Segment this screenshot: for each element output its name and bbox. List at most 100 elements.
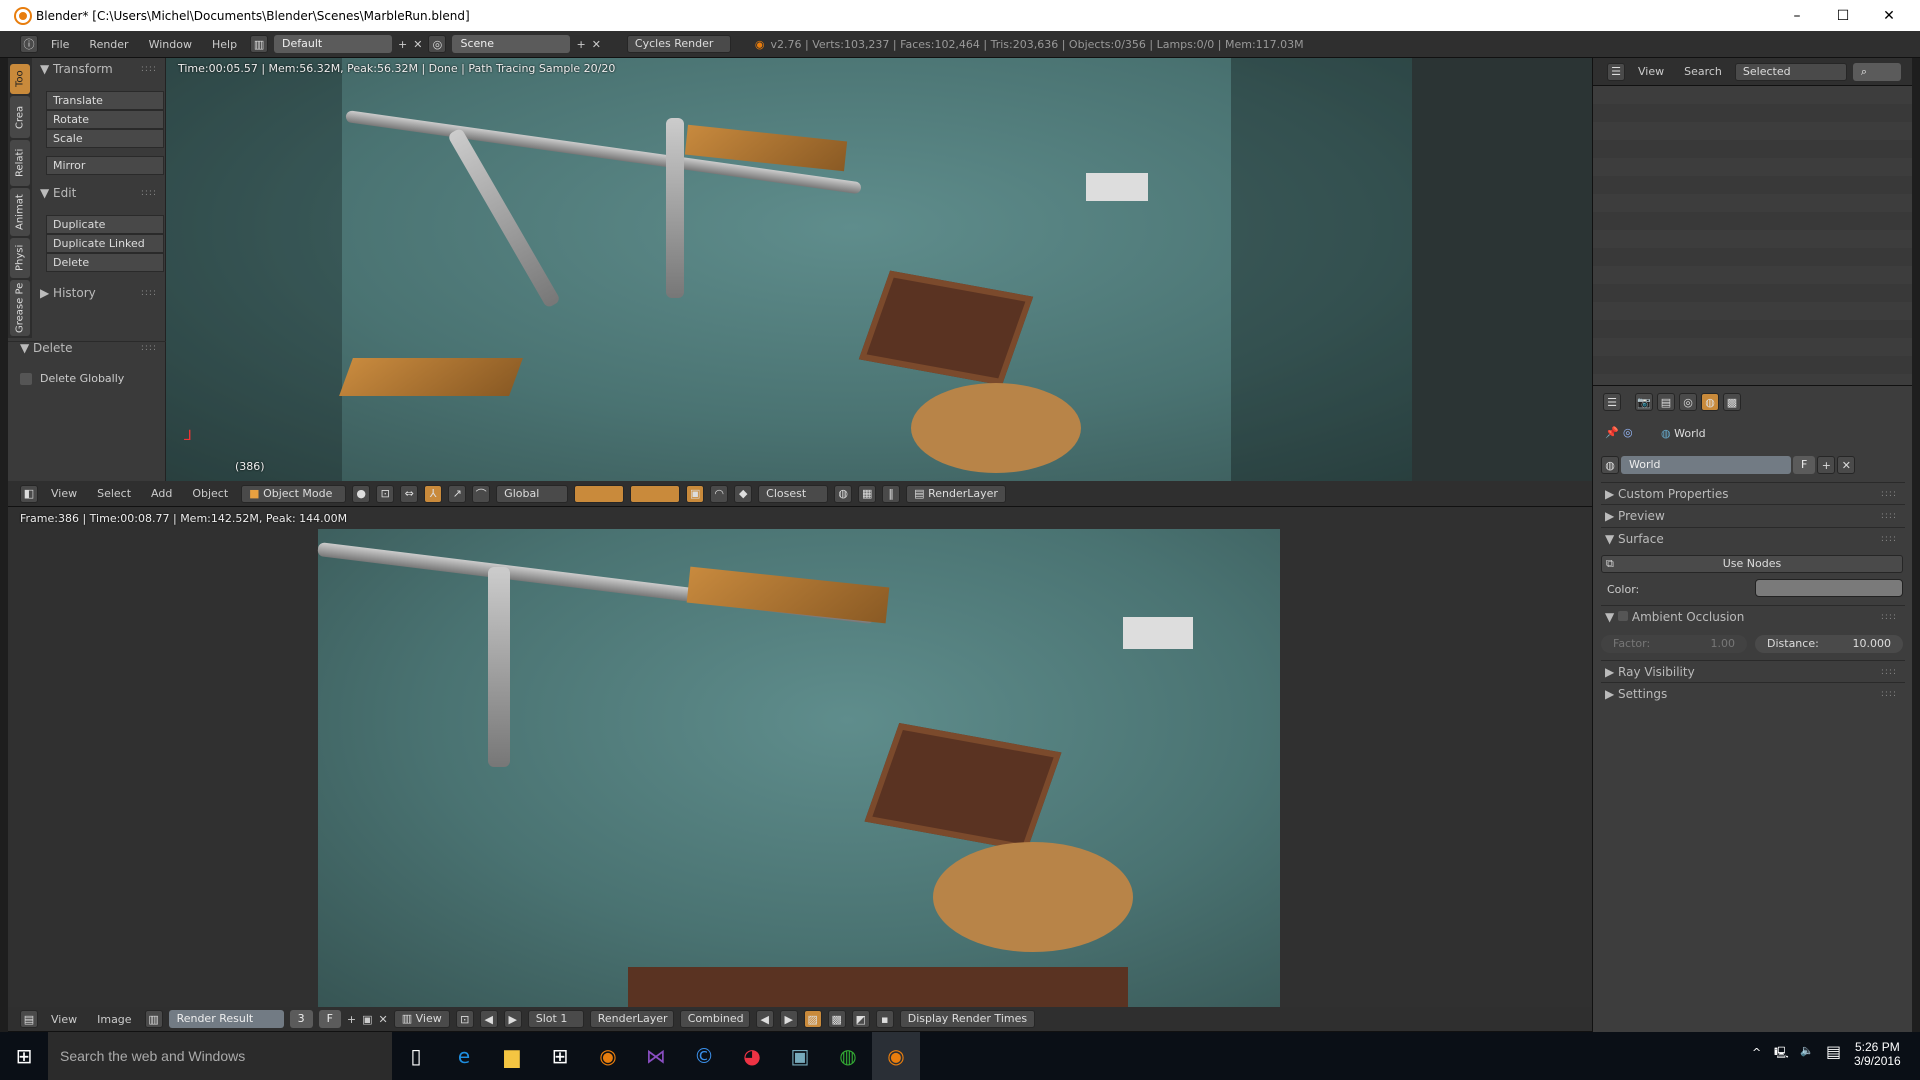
world-browse-icon[interactable]: ◍ bbox=[1601, 456, 1619, 474]
menu-view[interactable]: View bbox=[44, 1013, 84, 1026]
remove-scene-icon[interactable]: ✕ bbox=[592, 38, 601, 51]
image-users-count[interactable]: 3 bbox=[289, 1010, 313, 1028]
tab-world-icon[interactable]: ◍ bbox=[1701, 393, 1719, 411]
blender-active-icon[interactable]: ◉ bbox=[872, 1032, 920, 1080]
notifications-icon[interactable]: ▤ bbox=[1826, 1042, 1841, 1061]
chrome-icon[interactable]: ◕ bbox=[728, 1032, 776, 1080]
pause-icon[interactable]: ‖ bbox=[882, 484, 901, 503]
add-scene-icon[interactable]: + bbox=[576, 38, 585, 51]
prev-slot-icon[interactable]: ◀ bbox=[479, 1010, 498, 1028]
search-box[interactable]: Search the web and Windows bbox=[48, 1032, 392, 1080]
menu-image[interactable]: Image bbox=[90, 1013, 138, 1026]
translate-manipulator-icon[interactable]: ⅄ bbox=[424, 484, 443, 503]
tab-scene-icon[interactable]: ◎ bbox=[1679, 393, 1697, 411]
task-view-icon[interactable]: ▯ bbox=[392, 1032, 440, 1080]
edge-icon[interactable]: e bbox=[440, 1032, 488, 1080]
slot-select[interactable]: Slot 1 bbox=[527, 1010, 584, 1028]
draw-channels-icon[interactable]: ▪ bbox=[875, 1010, 894, 1028]
3d-viewport[interactable]: Time:00:05.57 | Mem:56.32M, Peak:56.32M … bbox=[166, 58, 1592, 481]
image-browse-icon[interactable]: ▥ bbox=[144, 1010, 163, 1028]
app-c-icon[interactable]: © bbox=[680, 1032, 728, 1080]
rotate-manipulator-icon[interactable]: ↗ bbox=[448, 484, 467, 503]
tab-tools[interactable]: Too bbox=[10, 64, 30, 94]
tab-render-icon[interactable]: 📷 bbox=[1635, 393, 1653, 411]
tab-layers-icon[interactable]: ▤ bbox=[1657, 393, 1675, 411]
mode-select[interactable]: ■ Object Mode bbox=[241, 484, 347, 503]
render-layer-button[interactable]: ▤ RenderLayer bbox=[906, 484, 1006, 503]
network-icon[interactable]: 🖳 bbox=[1774, 1044, 1789, 1063]
remove-layout-icon[interactable]: ✕ bbox=[413, 38, 422, 51]
edit-panel-title[interactable]: ▼ Edit bbox=[40, 186, 76, 200]
mirror-button[interactable]: Mirror bbox=[46, 156, 164, 175]
fake-user-button[interactable]: F bbox=[1793, 456, 1816, 474]
menu-view[interactable]: View bbox=[1631, 65, 1671, 78]
surface-panel[interactable]: ▼ Surface:::: bbox=[1601, 527, 1905, 549]
layer-select[interactable]: RenderLayer bbox=[589, 1010, 674, 1028]
proportional-edit-icon[interactable]: ◠ bbox=[710, 484, 729, 503]
menu-render[interactable]: Render bbox=[82, 38, 135, 51]
pass-select[interactable]: Combined bbox=[679, 1010, 750, 1028]
scale-manipulator-icon[interactable]: ⌒ bbox=[472, 484, 491, 503]
lock-layers-icon[interactable]: ▣ bbox=[686, 484, 705, 503]
shading-icon[interactable]: ● bbox=[352, 484, 371, 503]
prev-pass-icon[interactable]: ◀ bbox=[755, 1010, 774, 1028]
menu-object[interactable]: Object bbox=[185, 487, 235, 500]
delete-button[interactable]: Delete bbox=[46, 253, 164, 272]
duplicate-button[interactable]: Duplicate bbox=[46, 215, 164, 234]
menu-select[interactable]: Select bbox=[90, 487, 138, 500]
orientation-select[interactable]: Global bbox=[496, 484, 569, 503]
layers-grid-1[interactable] bbox=[574, 484, 625, 503]
translate-button[interactable]: Translate bbox=[46, 91, 164, 110]
color-swatch[interactable] bbox=[1755, 579, 1903, 597]
next-pass-icon[interactable]: ▶ bbox=[779, 1010, 798, 1028]
app-window-icon[interactable]: ▣ bbox=[776, 1032, 824, 1080]
ambient-occlusion-panel[interactable]: ▼ Ambient Occlusion:::: bbox=[1601, 605, 1905, 627]
new-image-icon[interactable]: + bbox=[347, 1013, 356, 1026]
menu-file[interactable]: File bbox=[44, 38, 76, 51]
draw-zbuffer-icon[interactable]: ◩ bbox=[851, 1010, 870, 1028]
tab-texture-icon[interactable]: ▩ bbox=[1723, 393, 1741, 411]
use-nodes-button[interactable]: ⧉ Use Nodes bbox=[1601, 555, 1903, 573]
preview-panel[interactable]: ▶ Preview:::: bbox=[1601, 504, 1905, 526]
ao-distance-field[interactable]: Distance: 10.000 bbox=[1755, 635, 1903, 653]
render-animation-icon[interactable]: ▦ bbox=[858, 484, 877, 503]
history-panel-title[interactable]: ▶ History bbox=[40, 286, 96, 300]
file-explorer-icon[interactable]: ▆ bbox=[488, 1032, 536, 1080]
custom-properties-panel[interactable]: ▶ Custom Properties:::: bbox=[1601, 482, 1905, 504]
fake-user-button[interactable]: F bbox=[318, 1010, 341, 1028]
scene-field[interactable]: Scene bbox=[452, 35, 571, 53]
tab-physics[interactable]: Physi bbox=[10, 238, 30, 278]
maximize-button[interactable]: ☐ bbox=[1820, 0, 1866, 31]
add-world-icon[interactable]: + bbox=[1817, 456, 1836, 474]
tab-animation[interactable]: Animat bbox=[10, 188, 30, 236]
draw-alpha-icon[interactable]: ▨ bbox=[803, 1010, 822, 1028]
editor-type-icon[interactable]: ◧ bbox=[20, 484, 38, 503]
unlink-image-icon[interactable]: ✕ bbox=[379, 1013, 388, 1026]
outliner[interactable]: ☰ View Search Selected ⌕ bbox=[1592, 58, 1912, 385]
visual-studio-icon[interactable]: ⋈ bbox=[632, 1032, 680, 1080]
next-slot-icon[interactable]: ▶ bbox=[503, 1010, 522, 1028]
draw-checker-icon[interactable]: ▩ bbox=[827, 1010, 846, 1028]
pivot-icon[interactable]: ⊡ bbox=[376, 484, 395, 503]
unlink-world-icon[interactable]: ✕ bbox=[1837, 456, 1856, 474]
transform-panel-title[interactable]: ▼ Transform bbox=[40, 62, 113, 76]
view-select[interactable]: ▥ View bbox=[393, 1010, 450, 1028]
rotate-button[interactable]: Rotate bbox=[46, 110, 164, 129]
settings-panel[interactable]: ▶ Settings:::: bbox=[1601, 682, 1905, 704]
ao-checkbox[interactable] bbox=[1618, 611, 1629, 621]
menu-search[interactable]: Search bbox=[1677, 65, 1729, 78]
snap-element-icon[interactable]: ◆ bbox=[734, 484, 753, 503]
operator-panel-title[interactable]: ▼ Delete bbox=[20, 341, 72, 355]
screen-layout-icon[interactable]: ▥ bbox=[250, 35, 269, 53]
world-name-field[interactable]: World bbox=[1621, 456, 1791, 474]
tab-grease-pencil[interactable]: Grease Pe bbox=[10, 280, 30, 336]
clock[interactable]: 5:26 PM 3/9/2016 bbox=[1854, 1040, 1901, 1068]
display-mode-select[interactable]: Selected bbox=[1734, 62, 1847, 81]
open-image-icon[interactable]: ▣ bbox=[362, 1013, 372, 1026]
delete-globally-checkbox[interactable] bbox=[20, 373, 32, 385]
opengl-render-icon[interactable]: ◍ bbox=[834, 484, 853, 503]
windows-start-icon[interactable]: ⊞ bbox=[0, 1032, 48, 1080]
duplicate-linked-button[interactable]: Duplicate Linked bbox=[46, 234, 164, 253]
snap-target-select[interactable]: Closest bbox=[758, 484, 829, 503]
minimize-button[interactable]: – bbox=[1774, 0, 1820, 31]
